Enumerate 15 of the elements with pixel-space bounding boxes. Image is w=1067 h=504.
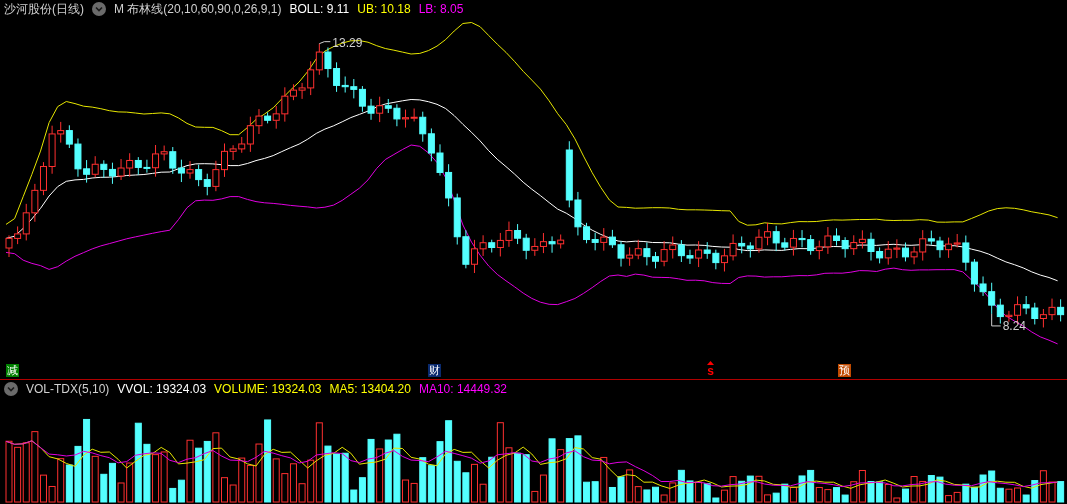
indicator-value: MA5: 13404.20 [329,381,411,398]
indicator-value: VOLUME: 19324.03 [214,381,322,398]
low-price-label: 8.24 [1002,318,1027,333]
event-marker[interactable]: s [707,361,714,377]
indicator-name: M 布林线(20,10,60,90,0,26,9,1) [114,1,282,18]
indicator-value: VVOL: 19324.03 [117,381,207,398]
event-marker[interactable]: 减 [6,364,19,377]
event-marker[interactable]: 财 [428,364,441,377]
security-title: 沙河股份(日线) [4,1,84,18]
indicator-name: VOL-TDX(5,10) [26,381,110,398]
indicator-value: MA10: 14449.32 [418,381,507,398]
indicator-value: BOLL: 9.11 [289,1,350,18]
indicator-value: UB: 10.18 [357,1,411,18]
event-marker[interactable]: 预 [838,364,851,377]
indicator-value: LB: 8.05 [418,1,464,18]
